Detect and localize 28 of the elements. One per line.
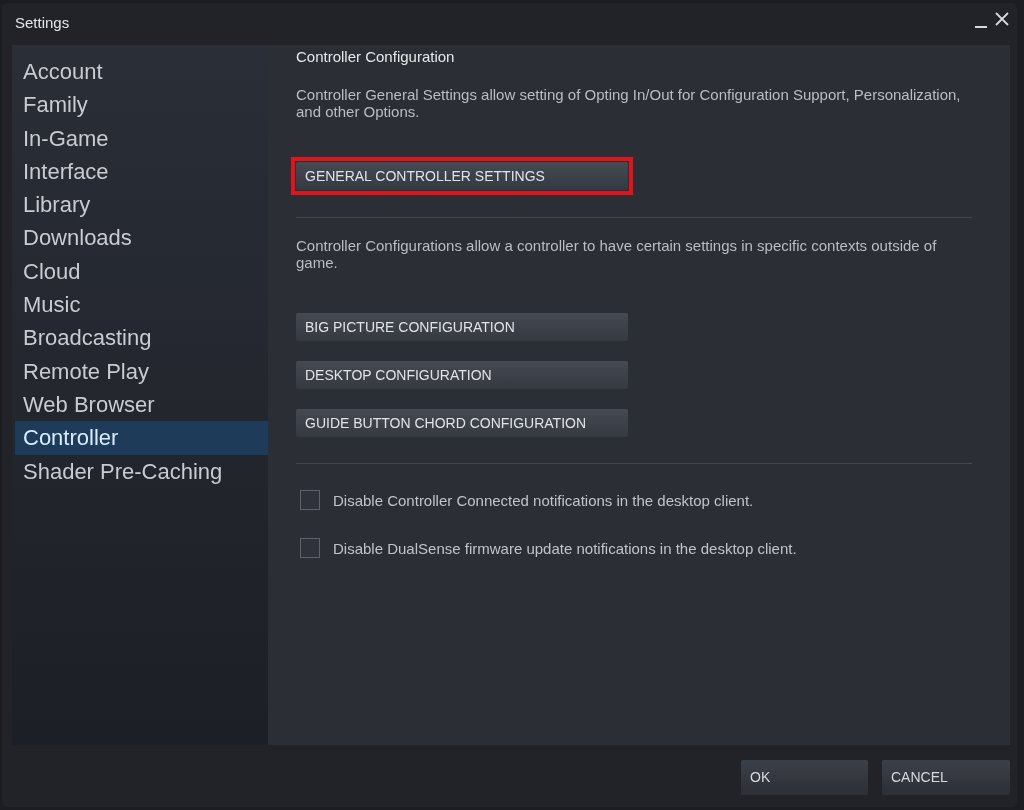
window-title: Settings bbox=[15, 14, 70, 31]
sidebar-item[interactable]: Web Browser bbox=[15, 387, 268, 422]
config-button[interactable]: DESKTOP CONFIGURATION bbox=[296, 361, 628, 389]
sidebar-item[interactable]: Library bbox=[15, 188, 268, 222]
sidebar-item[interactable]: Interface bbox=[15, 154, 268, 189]
config-button[interactable]: GENERAL CONTROLLER SETTINGS bbox=[296, 162, 628, 190]
sidebar-item[interactable]: Shader Pre-Caching bbox=[15, 454, 268, 488]
sidebar-item[interactable]: Downloads bbox=[15, 221, 268, 255]
checkbox-label: Disable DualSense firmware update notifications in the desktop client. bbox=[333, 539, 797, 557]
description-text: Controller Configurations allow a controller to have certain settings in specific contexts outside of game. bbox=[296, 237, 938, 271]
sidebar-item[interactable]: Remote Play bbox=[15, 354, 268, 388]
section-heading: Controller Configuration bbox=[296, 48, 456, 65]
sidebar-item[interactable]: Account bbox=[15, 55, 268, 89]
config-button[interactable]: BIG PICTURE CONFIGURATION bbox=[296, 313, 628, 341]
dialog-button[interactable]: CANCEL bbox=[882, 760, 1010, 795]
checkbox-label: Disable Controller Connected notifications in the desktop client. bbox=[333, 491, 754, 509]
sidebar-item[interactable]: Family bbox=[15, 88, 268, 122]
sidebar-item[interactable]: Broadcasting bbox=[15, 321, 268, 355]
dialog-button[interactable]: OK bbox=[741, 760, 868, 795]
description-text: Controller General Settings allow setting of Opting In/Out for Configuration Support, Personalization, and other Options. bbox=[296, 86, 962, 120]
close-icon[interactable] bbox=[995, 12, 1009, 26]
sidebar-item[interactable]: Controller bbox=[15, 421, 268, 455]
checkbox[interactable] bbox=[300, 538, 320, 558]
config-button[interactable]: GUIDE BUTTON CHORD CONFIGURATION bbox=[296, 409, 628, 437]
sidebar-item[interactable]: Cloud bbox=[15, 254, 268, 289]
sidebar-item[interactable]: In-Game bbox=[15, 121, 268, 155]
sidebar-item[interactable]: Music bbox=[15, 288, 268, 322]
checkbox[interactable] bbox=[300, 490, 320, 510]
